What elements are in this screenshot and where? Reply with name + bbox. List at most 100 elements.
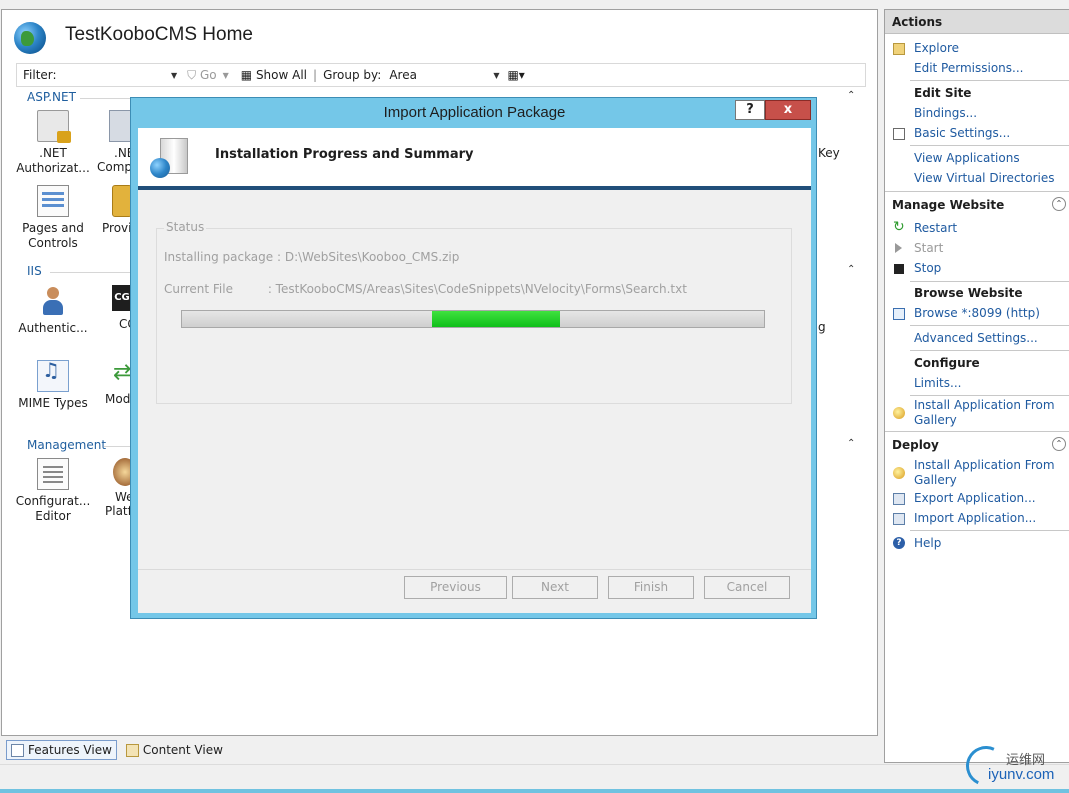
filter-dropdown-icon[interactable]: ▼ xyxy=(171,71,177,80)
installing-package-row: Installing package : D:\WebSites\Kooboo_… xyxy=(164,250,459,264)
toolbar-separator: | xyxy=(313,68,318,82)
stop-icon xyxy=(894,264,904,274)
deploy-install-from-gallery-link[interactable]: Install Application From Gallery xyxy=(914,458,1064,488)
tab-content-view[interactable]: Content View xyxy=(122,740,227,760)
feature-providers[interactable]: Provi xyxy=(102,185,132,235)
browse-link[interactable]: Browse *:8099 (http) xyxy=(914,306,1064,321)
basic-settings-link[interactable]: Basic Settings... xyxy=(914,126,1064,141)
install-from-gallery-link[interactable]: Install Application From Gallery xyxy=(914,398,1064,428)
feature-configuration-editor[interactable]: Configurat... Editor xyxy=(13,458,93,524)
divider xyxy=(910,281,1069,282)
site-globe-icon xyxy=(14,22,46,54)
group-by-dropdown-icon[interactable]: ▼ xyxy=(493,71,499,80)
feature-logging-label[interactable]: g xyxy=(818,320,826,334)
feature-label: Authentic... xyxy=(18,321,88,335)
feature-label: .NET xyxy=(39,146,67,160)
dialog-close-button[interactable]: x xyxy=(765,100,811,120)
feature-net-authorization[interactable]: .NET Authorizat... xyxy=(13,110,93,176)
collapse-deploy-icon[interactable]: ⌃ xyxy=(1052,437,1066,451)
restart-link[interactable]: Restart xyxy=(914,221,1064,236)
view-virtual-directories-link[interactable]: View Virtual Directories xyxy=(914,171,1064,186)
cgi-icon: CG xyxy=(112,285,132,311)
tab-label: Features View xyxy=(28,743,112,757)
divider xyxy=(910,145,1069,146)
collapse-asp-net-icon[interactable]: ⌃ xyxy=(847,90,855,101)
import-icon xyxy=(893,513,905,525)
previous-button[interactable]: Previous xyxy=(404,576,507,599)
tab-features-view[interactable]: Features View xyxy=(6,740,117,760)
gallery-icon xyxy=(893,467,905,479)
feature-cgi[interactable]: CG CG xyxy=(112,285,137,331)
browse-icon xyxy=(893,308,905,320)
divider xyxy=(910,350,1069,351)
progress-marquee xyxy=(432,311,560,327)
status-strip xyxy=(0,764,1069,793)
configure-heading: Configure xyxy=(914,356,980,370)
feature-pages-and-controls[interactable]: Pages and Controls xyxy=(13,185,93,251)
current-file-key: Current File xyxy=(164,282,233,296)
basic-settings-icon xyxy=(893,128,905,140)
deploy-heading: Deploy xyxy=(892,438,939,452)
authentication-user-icon xyxy=(37,285,69,317)
feature-modules[interactable]: ⇄ Mod xyxy=(105,360,132,406)
import-application-dialog: Import Application Package ? x Installat… xyxy=(130,97,817,619)
feature-web-platform[interactable]: We Platf xyxy=(105,458,137,518)
feature-mime-types[interactable]: MIME Types xyxy=(13,360,93,411)
providers-icon xyxy=(112,185,132,217)
show-all-button[interactable]: ▦ Show All xyxy=(241,68,307,82)
show-all-label: Show All xyxy=(255,68,308,82)
view-toggle-icon[interactable]: ▦▾ xyxy=(507,68,524,82)
view-tabs: Features View Content View xyxy=(1,738,878,762)
collapse-management-icon[interactable]: ⌃ xyxy=(847,438,855,449)
finish-button[interactable]: Finish xyxy=(608,576,694,599)
divider xyxy=(910,395,1069,396)
filter-label[interactable]: Filter: xyxy=(23,68,171,82)
feature-label: CG xyxy=(119,317,137,331)
pages-controls-icon xyxy=(37,185,69,217)
advanced-settings-link[interactable]: Advanced Settings... xyxy=(914,331,1064,346)
divider xyxy=(910,530,1069,531)
go-label: Go xyxy=(199,67,217,82)
import-application-link[interactable]: Import Application... xyxy=(914,511,1064,526)
group-divider xyxy=(80,98,132,99)
current-file-value: : TestKooboCMS/Areas\Sites\CodeSnippets\… xyxy=(267,282,687,296)
dialog-title: Import Application Package xyxy=(383,104,566,121)
go-button[interactable]: ⛉ Go xyxy=(187,68,216,83)
watermark-en-text: iyunv.com xyxy=(988,766,1055,783)
explore-link[interactable]: Explore xyxy=(914,41,1064,56)
dialog-step-title: Installation Progress and Summary xyxy=(215,147,474,162)
installing-package-key: Installing package : xyxy=(164,250,282,264)
help-link[interactable]: Help xyxy=(914,536,1064,551)
feature-authentication[interactable]: Authentic... xyxy=(13,285,93,336)
view-applications-link[interactable]: View Applications xyxy=(914,151,1064,166)
bindings-link[interactable]: Bindings... xyxy=(914,106,1064,121)
dialog-header: Installation Progress and Summary xyxy=(138,128,811,190)
limits-link[interactable]: Limits... xyxy=(914,376,1064,391)
edit-permissions-link[interactable]: Edit Permissions... xyxy=(914,61,1064,76)
collapse-iis-icon[interactable]: ⌃ xyxy=(847,264,855,275)
dialog-button-row: Previous Next Finish Cancel xyxy=(138,569,811,613)
start-link[interactable]: Start xyxy=(914,241,1064,256)
feature-label: We xyxy=(115,490,134,504)
watermark-logo: 运维网 iyunv.com xyxy=(960,740,1069,792)
feature-label: Mod xyxy=(105,392,131,406)
restart-icon: ↻ xyxy=(893,219,905,235)
collapse-manage-website-icon[interactable]: ⌃ xyxy=(1052,197,1066,211)
feature-net-compilation[interactable]: .NE Compi xyxy=(97,110,135,174)
stop-link[interactable]: Stop xyxy=(914,261,1064,276)
feature-machine-key-label[interactable]: Key xyxy=(818,146,840,160)
current-file-row: Current File : TestKooboCMS/Areas\Sites\… xyxy=(164,282,687,296)
feature-label: Authorizat... xyxy=(16,161,90,175)
dialog-help-button[interactable]: ? xyxy=(735,100,765,120)
export-application-link[interactable]: Export Application... xyxy=(914,491,1064,506)
package-install-icon xyxy=(150,136,192,182)
authorization-lock-icon xyxy=(37,110,71,143)
go-dropdown-icon[interactable]: ▼ xyxy=(223,71,229,80)
status-label: Status xyxy=(164,220,207,234)
cancel-button[interactable]: Cancel xyxy=(704,576,790,599)
group-by-select[interactable]: Area xyxy=(389,68,493,82)
divider xyxy=(910,325,1069,326)
feature-label: Editor xyxy=(35,509,71,523)
group-asp-net: ASP.NET xyxy=(27,90,76,104)
next-button[interactable]: Next xyxy=(512,576,598,599)
